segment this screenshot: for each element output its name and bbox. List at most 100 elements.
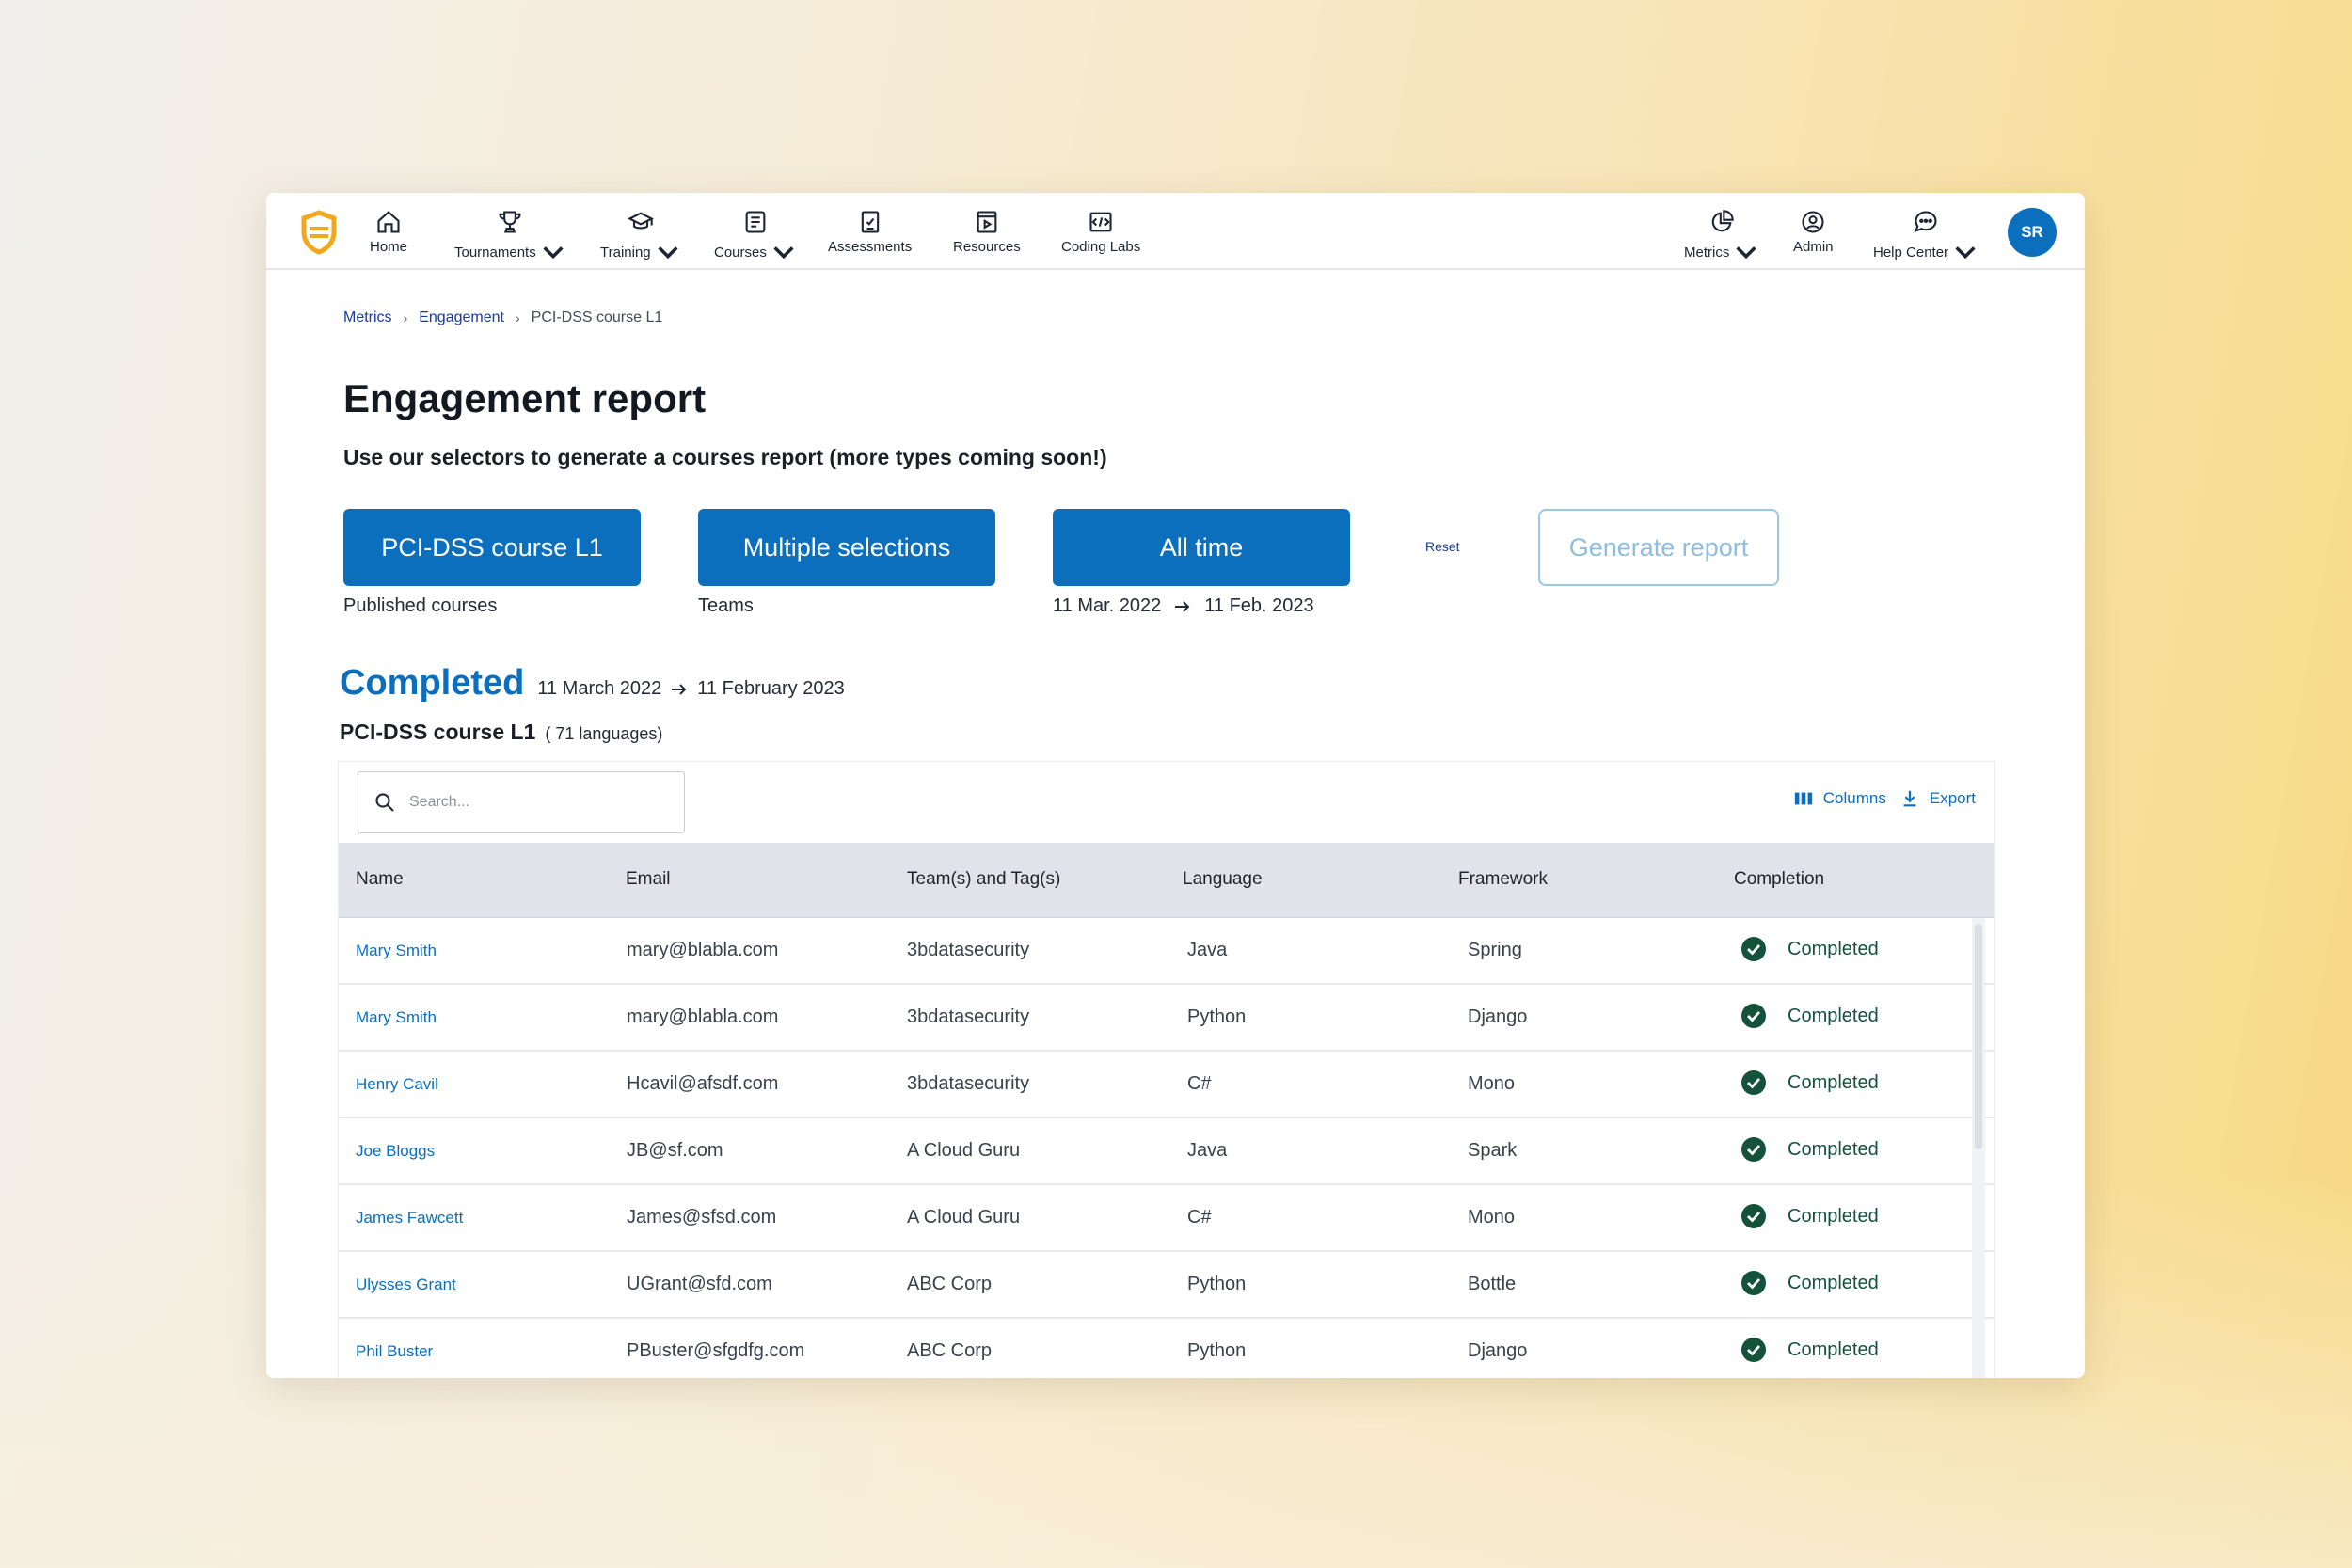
chat-icon (1914, 211, 1937, 233)
cell-name[interactable]: Henry Cavil (356, 1075, 438, 1094)
table-row: Joe Bloggs JB@sf.com A Cloud Guru Java S… (339, 1118, 1994, 1185)
cell-completion: Completed (1740, 1069, 1879, 1096)
cell-framework: Bottle (1468, 1274, 1517, 1294)
report-date-from: 11 March 2022 (537, 678, 662, 699)
column-header-name[interactable]: Name (356, 869, 404, 890)
cell-team: 3bdatasecurity (907, 1073, 1030, 1094)
nav-courses-label: Courses (714, 244, 767, 261)
columns-label: Columns (1822, 789, 1886, 807)
time-range-to: 11 Feb. 2023 (1204, 595, 1314, 616)
cell-name[interactable]: Joe Bloggs (356, 1142, 435, 1161)
download-icon (1903, 790, 1916, 807)
nav-home[interactable]: Home (370, 209, 407, 255)
top-navbar: Home Tournaments Training Courses Assess… (266, 193, 2085, 270)
time-range-from: 11 Mar. 2022 (1053, 595, 1162, 616)
nav-courses[interactable]: Courses (714, 209, 797, 265)
completion-status: Completed (1788, 938, 1879, 959)
nav-resources[interactable]: Resources (953, 209, 1021, 255)
table-row: Henry Cavil Hcavil@afsdf.com 3bdatasecur… (339, 1052, 1994, 1118)
export-button[interactable]: Export (1899, 788, 1976, 809)
search-input[interactable] (409, 794, 654, 811)
check-circle-icon (1741, 1070, 1766, 1095)
breadcrumb-engagement[interactable]: Engagement (419, 309, 504, 326)
cell-framework: Mono (1468, 1207, 1516, 1227)
report-date-range: 11 March 2022 11 February 2023 (537, 678, 844, 700)
course-selector-caption: Published courses (343, 595, 498, 616)
nav-admin[interactable]: Admin (1793, 209, 1834, 255)
cell-framework: Django (1468, 1340, 1528, 1361)
cell-language: Java (1187, 1140, 1228, 1161)
time-range-caption: 11 Mar. 2022 11 Feb. 2023 (1053, 595, 1314, 617)
nav-training[interactable]: Training (600, 209, 681, 265)
cell-name[interactable]: Phil Buster (356, 1342, 433, 1361)
table-scrollbar[interactable] (1972, 918, 1985, 1378)
completion-status: Completed (1788, 1338, 1879, 1360)
nav-metrics[interactable]: Metrics (1684, 209, 1759, 265)
cell-framework: Mono (1468, 1073, 1516, 1094)
reset-link[interactable]: Reset (1425, 539, 1460, 554)
column-header-framework[interactable]: Framework (1458, 869, 1548, 890)
chevron-down-icon (658, 246, 678, 260)
cell-language: C# (1187, 1207, 1212, 1227)
cell-team: A Cloud Guru (907, 1140, 1021, 1161)
check-circle-icon (1741, 1137, 1766, 1162)
teams-selector-button[interactable]: Multiple selections (698, 509, 995, 586)
report-header: Completed 11 March 2022 11 February 2023 (340, 663, 845, 704)
completion-status: Completed (1788, 1071, 1879, 1093)
cell-framework: Django (1468, 1006, 1528, 1027)
generate-report-button[interactable]: Generate report (1538, 509, 1779, 586)
scrollbar-thumb[interactable] (1975, 924, 1982, 1149)
cell-completion: Completed (1740, 1270, 1879, 1296)
trophy-icon (499, 211, 521, 233)
nav-coding-labs[interactable]: Coding Labs (1061, 209, 1140, 255)
report-status-heading: Completed (340, 663, 525, 703)
cell-language: Python (1187, 1274, 1247, 1294)
nav-tournaments[interactable]: Tournaments (454, 209, 566, 265)
time-selector-button[interactable]: All time (1053, 509, 1350, 586)
column-header-completion[interactable]: Completion (1734, 869, 1824, 890)
nav-help-center[interactable]: Help Center (1873, 209, 1979, 265)
brand-logo-icon[interactable] (300, 210, 338, 255)
report-course-languages: ( 71 languages) (545, 724, 663, 743)
completion-status: Completed (1788, 1138, 1879, 1160)
app-window: Home Tournaments Training Courses Assess… (266, 193, 2085, 1378)
cell-completion: Completed (1740, 1203, 1879, 1229)
columns-button[interactable]: Columns (1793, 788, 1886, 809)
cell-name[interactable]: James Fawcett (356, 1209, 463, 1227)
export-label: Export (1929, 789, 1976, 807)
book-icon (745, 211, 766, 233)
results-table-panel: Columns Export Name Email Team(s) and Ta… (338, 761, 1995, 1378)
cell-team: 3bdatasecurity (907, 1006, 1030, 1027)
table-tools: Columns Export (1793, 788, 1976, 809)
column-header-language[interactable]: Language (1183, 869, 1263, 890)
search-box[interactable] (358, 771, 685, 833)
column-header-email[interactable]: Email (626, 869, 671, 890)
chevron-down-icon (773, 246, 794, 260)
cell-email: mary@blabla.com (627, 940, 779, 960)
nav-tournaments-label: Tournaments (454, 244, 536, 261)
completion-status: Completed (1788, 1272, 1879, 1293)
nav-coding-labs-label: Coding Labs (1061, 239, 1141, 255)
cell-email: James@sfsd.com (627, 1207, 777, 1227)
report-date-to: 11 February 2023 (697, 678, 845, 699)
nav-home-label: Home (370, 239, 408, 255)
check-circle-icon (1741, 1004, 1766, 1028)
check-circle-icon (1741, 1271, 1766, 1295)
cell-language: Java (1187, 940, 1228, 960)
cell-completion: Completed (1740, 1337, 1879, 1363)
cell-email: JB@sf.com (627, 1140, 723, 1161)
column-header-team[interactable]: Team(s) and Tag(s) (907, 869, 1060, 890)
user-avatar[interactable]: SR (2008, 208, 2057, 257)
course-selector-button[interactable]: PCI-DSS course L1 (343, 509, 641, 586)
nav-assessments[interactable]: Assessments (828, 209, 912, 255)
completion-status: Completed (1788, 1005, 1879, 1026)
cell-email: UGrant@sfd.com (627, 1274, 772, 1294)
completion-status: Completed (1788, 1205, 1879, 1227)
cell-name[interactable]: Mary Smith (356, 942, 437, 960)
cell-team: ABC Corp (907, 1340, 993, 1361)
cell-completion: Completed (1740, 936, 1879, 962)
cell-name[interactable]: Mary Smith (356, 1008, 437, 1027)
cell-name[interactable]: Ulysses Grant (356, 1275, 456, 1294)
breadcrumb-metrics[interactable]: Metrics (343, 309, 392, 326)
cell-email: Hcavil@afsdf.com (627, 1073, 779, 1094)
